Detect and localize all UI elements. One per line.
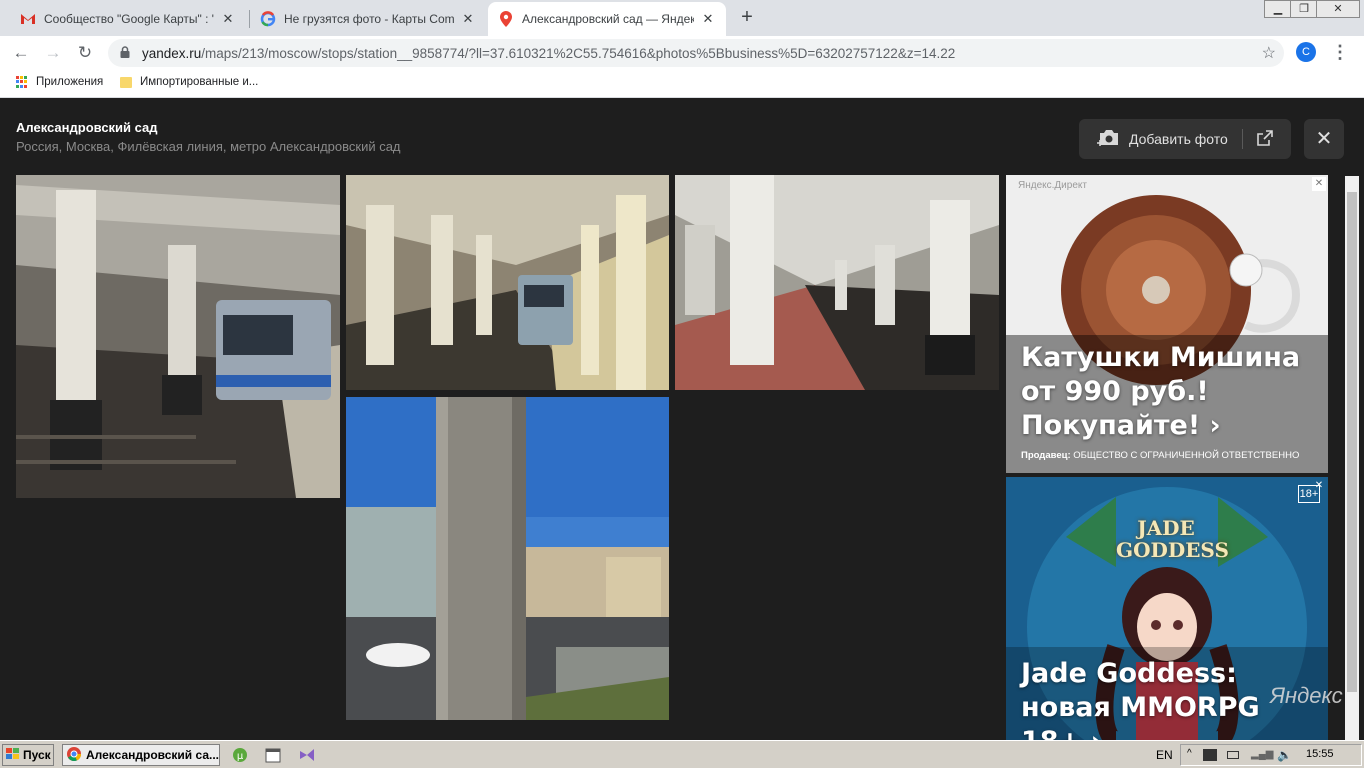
start-label: Пуск	[23, 748, 51, 762]
photo-viewer: Александровский сад Россия, Москва, Филё…	[0, 103, 1364, 740]
browser-menu-icon[interactable]: ⋮	[1331, 40, 1349, 64]
svg-text:µ: µ	[237, 751, 244, 762]
lock-icon	[120, 45, 132, 61]
address-bar[interactable]: yandex.ru/maps/213/moscow/stops/station_…	[108, 39, 1284, 67]
ad-headline: Катушки Мишина от 990 руб.! Покупайте! ›	[1021, 342, 1301, 441]
folder-icon	[120, 76, 132, 88]
close-viewer-button[interactable]: ✕	[1304, 119, 1344, 159]
ad-close-icon[interactable]: ✕	[1312, 479, 1326, 493]
ad-headline: Jade Goddess: новая MMORPG 18+ ›	[1021, 658, 1260, 740]
bookmark-apps[interactable]: Приложения	[16, 76, 103, 88]
profile-avatar[interactable]: C	[1296, 42, 1316, 62]
bookmark-label: Приложения	[36, 76, 104, 88]
back-icon[interactable]: ←	[8, 40, 34, 66]
close-tab-icon[interactable]: ✕	[460, 11, 476, 27]
tab-title: Александровский сад — Яндекс.Ка	[522, 12, 694, 26]
scrollbar-thumb[interactable]	[1347, 192, 1357, 692]
metro-platform-photo	[346, 175, 669, 390]
ad-source-label: Яндекс.Директ	[1018, 180, 1087, 191]
start-button[interactable]: Пуск	[2, 744, 54, 766]
new-tab-button[interactable]: +	[733, 5, 761, 31]
photo-thumbnail[interactable]	[675, 175, 999, 390]
url-path: /maps/213/moscow/stops/station__9858774/…	[201, 45, 956, 61]
bookmark-label: Импортированные и...	[140, 76, 259, 88]
network-icon[interactable]	[1203, 749, 1217, 761]
google-icon	[260, 11, 276, 27]
ad-seller: Продавец: ОБЩЕСТВО С ОГРАНИЧЕННОЙ ОТВЕТС…	[1021, 450, 1300, 461]
close-tab-icon[interactable]: ✕	[700, 11, 716, 27]
place-title: Александровский сад	[16, 120, 158, 135]
reload-icon[interactable]: ↻	[72, 40, 98, 66]
close-tab-icon[interactable]: ✕	[220, 11, 236, 27]
tab-google-maps-community-gmail[interactable]: Сообщество "Google Карты" : "Не ✕	[10, 2, 246, 36]
taskbar-window-chrome[interactable]: Александровский са...	[62, 744, 220, 766]
ad-close-icon[interactable]: ✕	[1312, 177, 1326, 191]
yandex-watermark: Яндекс	[1270, 683, 1343, 708]
tray-expand-icon[interactable]: ^	[1187, 748, 1192, 759]
maximize-window-icon[interactable]: ❐	[1290, 0, 1318, 18]
camera-add-icon	[1097, 129, 1119, 150]
input-language[interactable]: EN	[1156, 748, 1173, 762]
bookmarks-bar: Приложения Импортированные и...	[0, 70, 1364, 98]
tab-google-support[interactable]: Не грузятся фото - Карты Commun ✕	[250, 2, 486, 36]
utorrent-icon[interactable]: µ	[232, 747, 248, 763]
browser-toolbar: ← → ↻ yandex.ru/maps/213/moscow/stops/st…	[0, 36, 1364, 70]
street-column-photo	[346, 397, 669, 720]
apps-grid-icon	[16, 76, 28, 88]
chrome-icon	[67, 746, 82, 764]
battery-icon[interactable]	[1227, 751, 1239, 759]
photo-thumbnail[interactable]	[346, 175, 669, 390]
place-address: Россия, Москва, Филёвская линия, метро А…	[16, 139, 401, 154]
signal-icon[interactable]: ▂▄▆	[1251, 749, 1273, 760]
close-window-icon[interactable]: ✕	[1316, 0, 1360, 18]
visual-studio-icon[interactable]	[299, 747, 315, 763]
open-external-icon[interactable]	[1257, 129, 1273, 149]
photo-thumbnail[interactable]	[16, 175, 340, 498]
tab-strip: Сообщество "Google Карты" : "Не ✕ Не гру…	[0, 0, 1364, 36]
game-logo: JADE GODDESS	[1116, 516, 1229, 562]
volume-icon[interactable]: 🔈	[1277, 748, 1292, 762]
windows-taskbar: Пуск Александровский са... µ EN ^ ▂▄▆ 🔈 …	[0, 740, 1364, 768]
tab-yandex-maps[interactable]: Александровский сад — Яндекс.Ка ✕	[488, 2, 726, 36]
forward-icon[interactable]: →	[40, 40, 66, 66]
ad-banner-coils[interactable]: Яндекс.Директ ✕ Катушки Мишина от 990 ру…	[1006, 175, 1328, 473]
bookmark-imported[interactable]: Импортированные и...	[120, 76, 258, 88]
button-divider	[1241, 129, 1243, 149]
add-photo-label: Добавить фото	[1129, 131, 1228, 147]
windows-logo-icon	[6, 747, 20, 763]
gmail-icon	[20, 11, 36, 27]
yandex-maps-pin-icon	[498, 11, 514, 27]
tab-title: Не грузятся фото - Карты Commun	[284, 12, 454, 26]
calendar-icon[interactable]	[265, 747, 281, 763]
system-tray: ^ ▂▄▆ 🔈	[1180, 744, 1362, 766]
photo-thumbnail[interactable]	[346, 397, 669, 720]
bookmark-star-icon[interactable]: ☆	[1262, 43, 1276, 63]
taskbar-clock[interactable]: 15:55	[1306, 748, 1334, 760]
metro-hall-photo	[675, 175, 999, 390]
url-host: yandex.ru	[142, 45, 202, 61]
metro-train-photo	[16, 175, 340, 498]
tab-title: Сообщество "Google Карты" : "Не	[44, 12, 214, 26]
minimize-window-icon[interactable]: ▁	[1264, 0, 1292, 18]
add-photo-button[interactable]: Добавить фото	[1079, 119, 1291, 159]
taskbar-window-title: Александровский са...	[86, 748, 220, 762]
